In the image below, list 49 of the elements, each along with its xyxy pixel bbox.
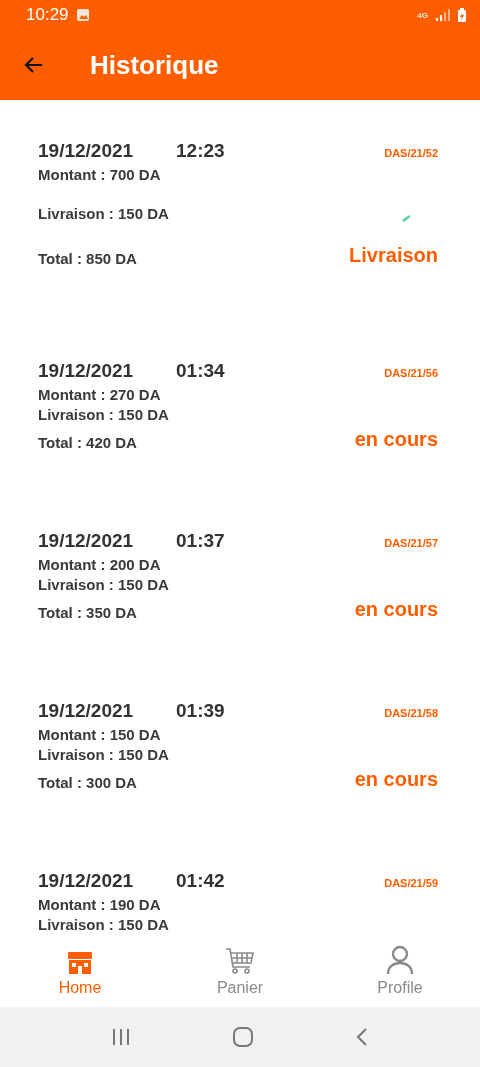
nav-tab[interactable]: Panier	[160, 940, 320, 1007]
delivery-fee-text: Livraison : 150 DA	[38, 746, 169, 763]
total-text: Total : 420 DA	[38, 434, 137, 451]
delivery-fee-text: Livraison : 150 DA	[38, 205, 169, 222]
order-time: 01:39	[176, 700, 225, 722]
order-reference: DAS/21/58	[384, 707, 438, 719]
amount-text: Montant : 190 DA	[38, 896, 161, 913]
order-date: 19/12/2021	[38, 870, 135, 892]
delivery-fee-text: Livraison : 150 DA	[38, 406, 169, 423]
total-text: Total : 850 DA	[38, 250, 137, 267]
amount-text: Montant : 700 DA	[38, 166, 161, 183]
status-time: 10:29	[26, 5, 69, 25]
order-time: 01:37	[176, 530, 225, 552]
order-date: 19/12/2021	[38, 360, 135, 382]
order-time: 01:42	[176, 870, 225, 892]
order-reference: DAS/21/57	[384, 537, 438, 549]
delivery-fee-text: Livraison : 150 DA	[38, 916, 169, 933]
delivery-fee-text: Livraison : 150 DA	[38, 576, 169, 593]
amount-text: Montant : 150 DA	[38, 726, 161, 743]
battery-icon	[458, 8, 466, 22]
order-reference: DAS/21/59	[384, 877, 438, 889]
page-title: Historique	[90, 49, 219, 81]
order-status: en cours	[354, 598, 438, 621]
order-date: 19/12/2021	[38, 530, 135, 552]
total-text: Total : 300 DA	[38, 774, 137, 791]
order-date: 19/12/2021	[38, 700, 135, 722]
amount-text: Montant : 200 DA	[38, 556, 161, 573]
shop-icon	[67, 951, 93, 975]
order-date: 19/12/2021	[38, 140, 135, 162]
recent-apps-button[interactable]	[110, 1028, 131, 1046]
total-text: Total : 350 DA	[38, 604, 137, 621]
order-status: Livraison	[349, 244, 438, 267]
nav-tab[interactable]: Profile	[320, 940, 480, 1007]
order-reference: DAS/21/56	[384, 367, 438, 379]
dash-icon	[401, 214, 411, 222]
order-time: 01:34	[176, 360, 225, 382]
order-status: en cours	[354, 768, 438, 791]
image-icon	[76, 9, 89, 21]
home-button[interactable]	[232, 1026, 254, 1048]
order-time: 12:23	[176, 140, 225, 162]
person-icon	[385, 945, 415, 975]
order-status: en cours	[354, 428, 438, 451]
cart-icon	[225, 947, 255, 975]
network-label: 4G	[417, 10, 428, 20]
signal-icon	[436, 9, 450, 21]
order-reference: DAS/21/52	[384, 147, 438, 159]
amount-text: Montant : 270 DA	[38, 386, 161, 403]
nav-tab[interactable]: Home	[0, 940, 160, 1007]
back-nav-button[interactable]	[355, 1027, 370, 1047]
